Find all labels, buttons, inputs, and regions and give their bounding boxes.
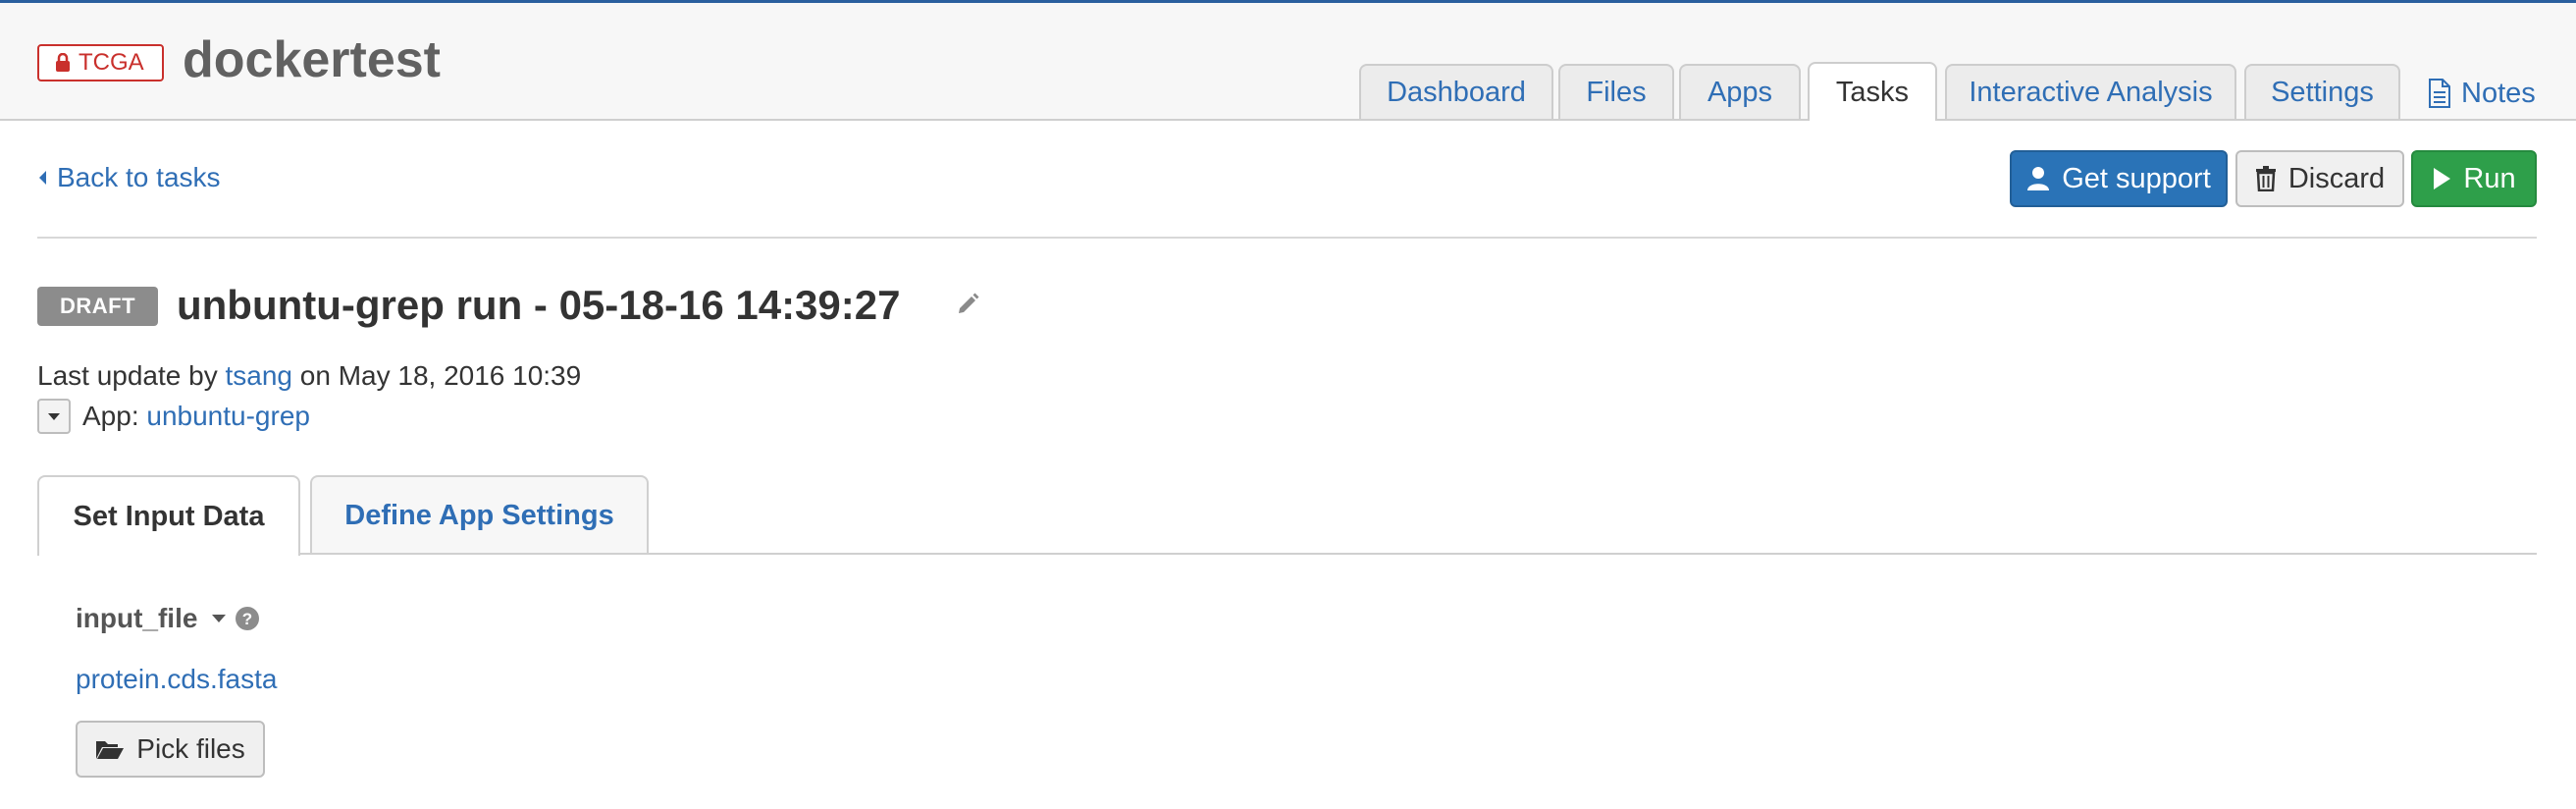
tab-define-app-settings[interactable]: Define App Settings [310,475,649,554]
app-name-link[interactable]: unbuntu-grep [146,401,310,432]
last-update-line: Last update by tsang on May 18, 2016 10:… [37,359,581,393]
tab-dashboard[interactable]: Dashboard [1359,64,1553,119]
user-icon [2027,167,2050,190]
tab-settings[interactable]: Settings [2244,64,2400,119]
get-support-button[interactable]: Get support [2010,150,2228,207]
task-title: unbuntu-grep run - 05-18-16 14:39:27 [177,282,901,328]
app-line: App: unbuntu-grep [37,397,310,436]
svg-text:?: ? [242,610,252,628]
folder-open-icon [96,741,125,759]
tcga-badge-label: TCGA [79,49,144,76]
help-icon[interactable]: ? [235,606,260,631]
tab-apps[interactable]: Apps [1679,64,1801,119]
app-details-toggle[interactable] [37,399,71,434]
status-badge: DRAFT [37,287,158,326]
update-prefix: Last update by [37,360,218,391]
caret-down-icon[interactable] [211,614,227,623]
caret-down-icon [48,412,60,420]
tab-set-input-data[interactable]: Set Input Data [37,475,300,556]
tcga-badge: TCGA [37,44,164,81]
back-to-tasks-label: Back to tasks [57,162,221,192]
divider [37,237,2537,239]
trash-icon [2255,166,2276,191]
get-support-label: Get support [2062,162,2211,194]
tab-underline [300,553,2537,555]
document-icon [2429,79,2450,108]
input-file-label: input_file ? [76,603,260,634]
pencil-icon[interactable] [956,291,981,316]
input-file-name: input_file [76,603,198,633]
discard-label: Discard [2287,162,2386,194]
run-label: Run [2463,162,2516,194]
tab-files[interactable]: Files [1558,64,1674,119]
notes-link[interactable]: Notes [2428,72,2536,115]
pick-files-button[interactable]: Pick files [76,721,265,778]
notes-label: Notes [2461,77,2536,109]
user-link[interactable]: tsang [225,360,292,391]
tab-interactive-analysis[interactable]: Interactive Analysis [1945,64,2236,119]
selected-file-link[interactable]: protein.cds.fasta [76,664,277,695]
play-icon [2434,168,2451,189]
caret-left-icon [39,171,46,185]
app-label: App: [82,401,139,431]
pick-files-label: Pick files [136,733,245,764]
tab-tasks[interactable]: Tasks [1808,62,1937,121]
project-title[interactable]: dockertest [183,30,441,89]
discard-button[interactable]: Discard [2235,150,2404,207]
lock-icon [56,53,70,72]
back-to-tasks-link[interactable]: Back to tasks [37,162,221,193]
update-suffix: on May 18, 2016 10:39 [299,360,582,391]
run-button[interactable]: Run [2411,150,2537,207]
project-header: TCGA dockertest Dashboard Files Apps Tas… [0,3,2576,121]
